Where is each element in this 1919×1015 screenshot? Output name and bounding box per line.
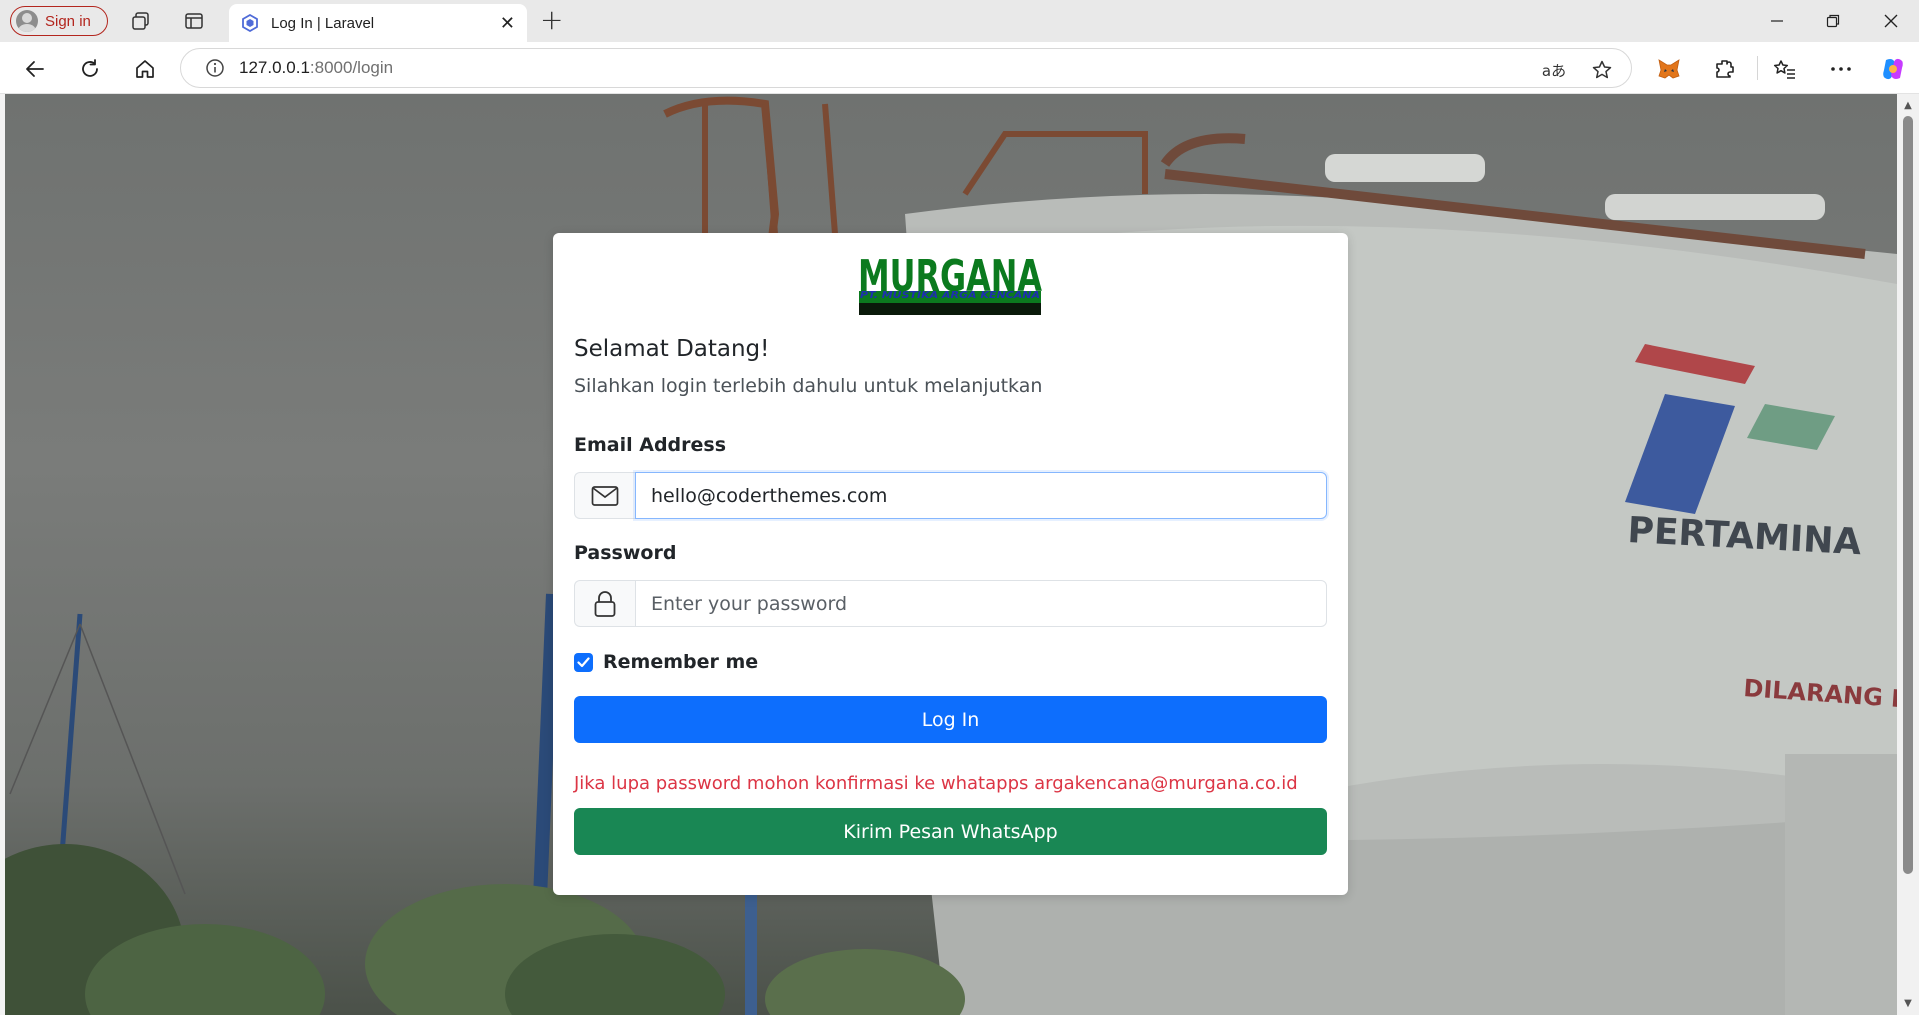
page-title: Selamat Datang!	[574, 336, 770, 362]
tab-close-icon[interactable]: ✕	[500, 13, 515, 34]
remember-me-label: Remember me	[603, 651, 759, 673]
address-bar[interactable]: 127.0.0.1:8000/login aあ	[180, 48, 1632, 88]
browser-toolbar: 127.0.0.1:8000/login aあ	[0, 42, 1919, 94]
browser-tab-strip: Sign in Log In | Laravel ✕ +	[0, 0, 1919, 42]
workspaces-icon[interactable]	[128, 9, 154, 33]
password-label: Password	[574, 542, 677, 564]
remember-me-checkbox[interactable]: Remember me	[574, 651, 758, 673]
toolbar-divider	[1757, 56, 1758, 80]
scrollbar-thumb[interactable]	[1903, 116, 1913, 874]
forgot-password-notice: Jika lupa password mohon konfirmasi ke w…	[574, 773, 1298, 794]
tab-login-laravel[interactable]: Log In | Laravel ✕	[229, 4, 527, 42]
mail-icon	[574, 472, 635, 519]
new-tab-icon[interactable]: +	[540, 6, 563, 34]
url-host: 127.0.0.1	[239, 58, 310, 77]
more-options-icon[interactable]	[1826, 54, 1856, 84]
scroll-down-icon[interactable]: ▼	[1902, 998, 1914, 1010]
logo-tagline-text: PT. MUSTIKA ARGA KENCANA	[860, 290, 1040, 301]
scroll-up-icon[interactable]: ▲	[1902, 100, 1914, 112]
email-label: Email Address	[574, 434, 727, 456]
whatsapp-button[interactable]: Kirim Pesan WhatsApp	[574, 808, 1327, 855]
favorites-icon[interactable]	[1770, 54, 1800, 84]
refresh-icon[interactable]	[75, 54, 105, 84]
favorite-star-icon[interactable]	[1589, 57, 1615, 83]
page-subtitle: Silahkan login terlebih dahulu untuk mel…	[574, 375, 1043, 397]
vertical-tabs-icon[interactable]	[181, 9, 207, 33]
restore-icon[interactable]	[1818, 8, 1848, 34]
extensions-icon[interactable]	[1710, 54, 1740, 84]
home-icon[interactable]	[130, 54, 160, 84]
password-field[interactable]	[635, 580, 1327, 627]
laravel-favicon-icon	[242, 14, 258, 32]
login-card: MURGANA PT. MUSTIKA ARGA KENCANA Selamat…	[553, 233, 1348, 895]
page-viewport: PERTAMINA DILARANG ME MURGANA PT. MUSTIK…	[5, 94, 1897, 1015]
tab-title: Log In | Laravel	[271, 14, 375, 32]
profile-sign-in-button[interactable]: Sign in	[10, 6, 108, 36]
email-field[interactable]	[635, 472, 1327, 519]
translate-icon[interactable]: aあ	[1541, 57, 1567, 83]
site-info-icon[interactable]	[205, 58, 225, 78]
url-path: :8000/login	[309, 58, 394, 77]
login-button[interactable]: Log In	[574, 696, 1327, 743]
minimize-icon[interactable]	[1762, 8, 1792, 34]
avatar-icon	[16, 10, 38, 32]
checkbox-checked-icon[interactable]	[574, 652, 593, 672]
lock-icon	[574, 580, 635, 627]
email-input-group	[574, 472, 1327, 519]
metamask-extension-icon[interactable]	[1654, 54, 1684, 84]
profile-sign-in-label: Sign in	[45, 12, 91, 30]
close-window-icon[interactable]	[1876, 8, 1906, 34]
back-icon[interactable]	[20, 54, 50, 84]
copilot-icon[interactable]	[1878, 54, 1908, 84]
password-input-group	[574, 580, 1327, 627]
murgana-logo: MURGANA PT. MUSTIKA ARGA KENCANA	[858, 253, 1042, 315]
